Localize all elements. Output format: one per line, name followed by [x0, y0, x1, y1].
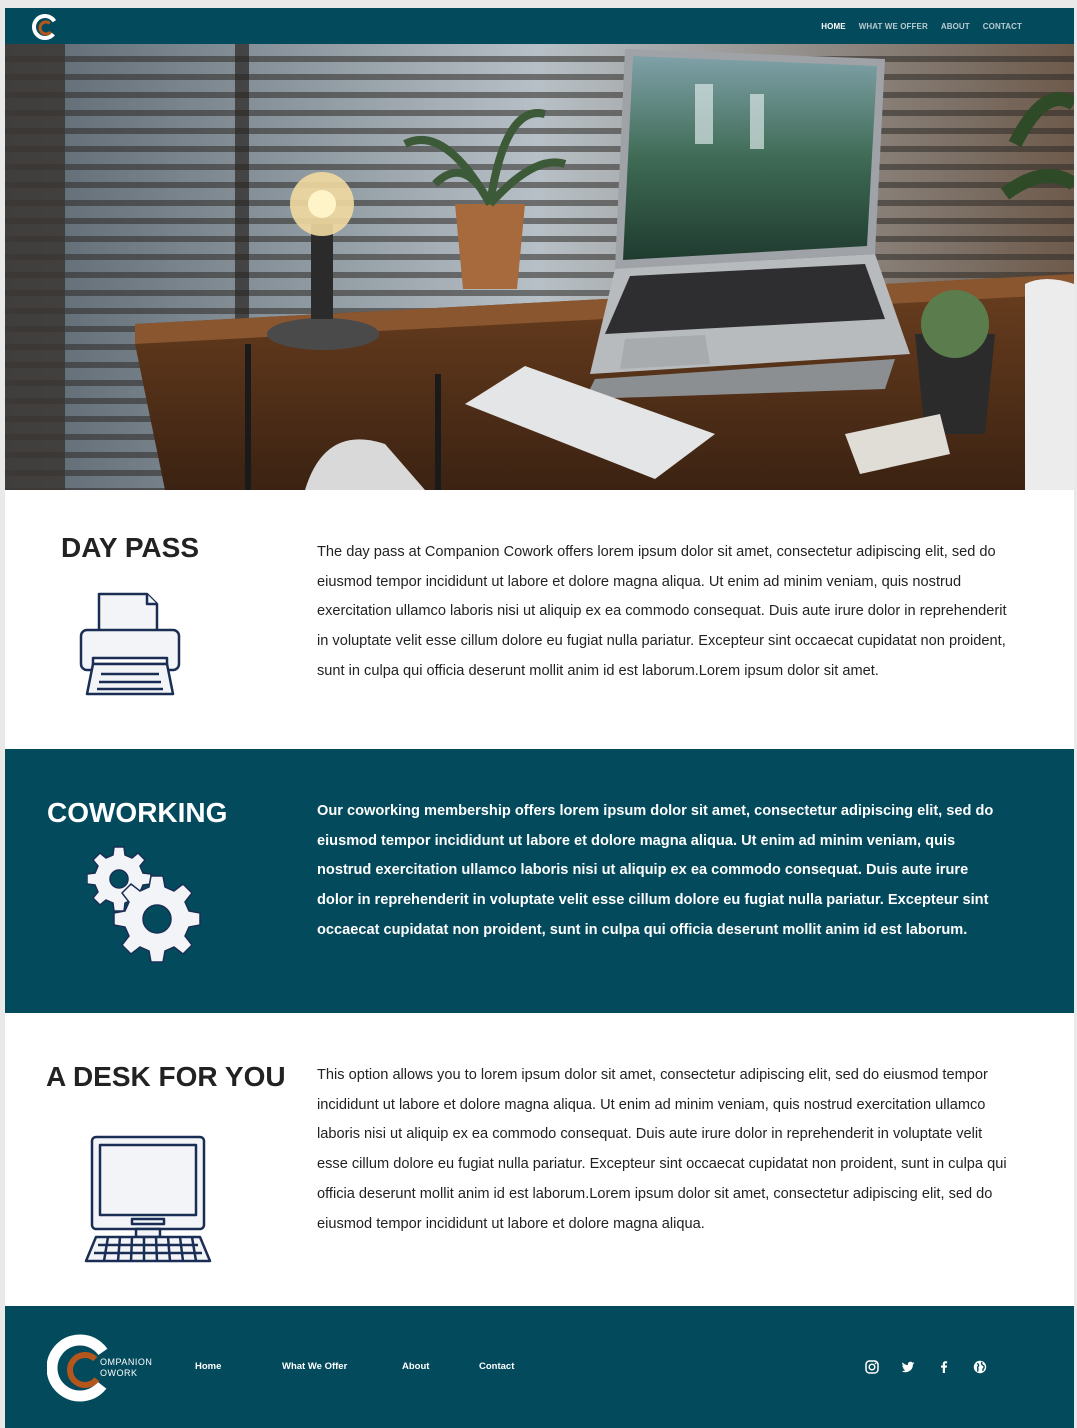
footer-brand-text: OMPANION OWORK: [100, 1357, 152, 1379]
section-title: DAY PASS: [61, 532, 199, 563]
gears-icon: [86, 841, 213, 976]
desktop-computer-icon: [84, 1133, 212, 1270]
footer-link-home[interactable]: Home: [195, 1361, 221, 1372]
footer-brand-line2: OWORK: [100, 1368, 138, 1378]
printer-icon: [77, 590, 183, 705]
section-title: A DESK FOR YOU: [46, 1061, 286, 1092]
nav-links: HOME WHAT WE OFFER ABOUT CONTACT: [821, 8, 1022, 44]
nav-link-home[interactable]: HOME: [821, 22, 845, 31]
section-description: This option allows you to lorem ipsum do…: [317, 1067, 1007, 1232]
footer-link-contact[interactable]: Contact: [479, 1361, 514, 1372]
section-description: Our coworking membership offers lorem ip…: [317, 803, 994, 938]
footer-link-what-we-offer[interactable]: What We Offer: [282, 1361, 347, 1372]
footer: OMPANION OWORK Home What We Offer About …: [5, 1306, 1074, 1428]
section-day-pass: DAY PASS The day pass at Companion Cowor…: [5, 490, 1074, 749]
desk-scene-illustration: [5, 44, 1074, 490]
instagram-icon[interactable]: [864, 1359, 880, 1375]
companion-cowork-c-logo-icon[interactable]: [32, 13, 60, 41]
twitter-icon[interactable]: [900, 1359, 916, 1375]
top-navbar: HOME WHAT WE OFFER ABOUT CONTACT: [5, 8, 1074, 44]
hero-image: [5, 44, 1074, 490]
footer-brand-line1: OMPANION: [100, 1357, 153, 1367]
section-description: The day pass at Companion Cowork offers …: [317, 544, 1007, 679]
globe-icon[interactable]: [972, 1359, 988, 1375]
footer-link-about[interactable]: About: [402, 1361, 429, 1372]
section-coworking: COWORKING Our coworking membership offer…: [5, 749, 1074, 1013]
nav-link-about[interactable]: ABOUT: [941, 22, 970, 31]
nav-link-contact[interactable]: CONTACT: [983, 22, 1022, 31]
page: HOME WHAT WE OFFER ABOUT CONTACT DAY PAS…: [5, 8, 1074, 1428]
section-desk-for-you: A DESK FOR YOU This option allows you to…: [5, 1013, 1074, 1306]
facebook-icon[interactable]: [936, 1359, 952, 1375]
section-title: COWORKING: [47, 797, 228, 828]
nav-link-what-we-offer[interactable]: WHAT WE OFFER: [859, 22, 928, 31]
